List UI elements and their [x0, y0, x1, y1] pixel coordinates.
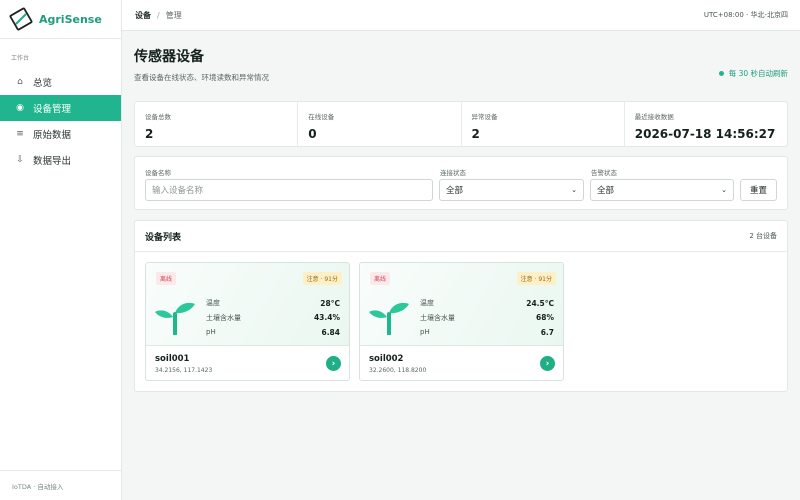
device-coordinates: 32.2600, 118.8200 [369, 367, 427, 374]
metric-value: 6.7 [540, 327, 554, 337]
metric-temperature: 温度 24.5°C [420, 296, 554, 311]
device-name-label: 设备名称 [145, 169, 171, 177]
sidebar-item-raw-data[interactable]: ≡ 原始数据 [0, 121, 121, 147]
main-content: 传感器设备 查看设备在线状态、环境读数和异常情况 每 30 秒自动刷新 设备总数… [122, 31, 800, 500]
page-header: 传感器设备 查看设备在线状态、环境读数和异常情况 每 30 秒自动刷新 [134, 45, 788, 101]
metric-value: 28°C [320, 298, 340, 308]
timezone-region: UTC+08:00 · 华北-北京四 [703, 11, 788, 19]
stat-value: 2 [471, 127, 480, 141]
metric-soil-moisture: 土壤含水量 68% [420, 311, 554, 326]
brand[interactable]: AgriSense [0, 0, 121, 39]
stat-label: 最近接收数据 [634, 113, 674, 121]
device-count: 2 台设备 [749, 232, 777, 240]
filter-panel: 设备名称 输入设备名称 连接状态 全部 ⌄ 告警状态 全部 ⌄ 重置 [134, 156, 788, 210]
device-list-title: 设备列表 [145, 232, 182, 243]
sidebar-item-label: 数据导出 [33, 156, 72, 167]
page-title: 传感器设备 [134, 49, 204, 65]
metric-ph: pH 6.84 [206, 325, 340, 340]
logo-icon [9, 7, 33, 31]
metric-label: 温度 [206, 299, 220, 308]
metric-value: 24.5°C [526, 298, 554, 308]
connection-status-select[interactable]: 全部 ⌄ [439, 179, 584, 201]
device-card-bottom: soil001 34.2156, 117.1423 › [146, 346, 349, 380]
alert-status-select[interactable]: 全部 ⌄ [590, 179, 734, 201]
stat-last-received: 最近接收数据 2026-07-18 14:56:27 [625, 102, 787, 146]
stat-label: 异常设备 [471, 113, 498, 121]
nav-section-label: 工作台 [11, 55, 30, 62]
breadcrumb-manage: 管理 [165, 10, 182, 20]
stat-abnormal-devices: 异常设备 2 [462, 102, 625, 146]
brand-name: AgriSense [39, 12, 102, 26]
download-icon: ⇩ [16, 155, 24, 165]
sidebar-item-label: 原始数据 [33, 130, 72, 141]
device-card-soil002[interactable]: 离线 注意 · 91分 温度 24.5°C 土壤含水量 68% pH 6.7 s… [359, 262, 564, 381]
metric-label: 土壤含水量 [420, 313, 455, 322]
connection-status-label: 连接状态 [440, 169, 466, 177]
home-icon: ⌂ [17, 77, 23, 87]
alert-score-badge: 注意 · 91分 [302, 272, 342, 285]
stat-value: 0 [308, 127, 317, 141]
device-coordinates: 34.2156, 117.1423 [155, 367, 213, 374]
device-list-header: 设备列表 2 台设备 [135, 221, 787, 252]
device-name-input[interactable]: 输入设备名称 [145, 179, 433, 201]
chevron-down-icon: ⌄ [721, 186, 727, 194]
breadcrumb-separator: / [157, 10, 160, 20]
chevron-down-icon: ⌄ [571, 186, 577, 194]
sidebar-footer: IoTDA · 自动接入 [0, 470, 121, 500]
metric-label: 温度 [420, 299, 434, 308]
alert-status-label: 告警状态 [591, 169, 617, 177]
sidebar-item-label: 设备管理 [33, 104, 72, 115]
device-name: soil001 [155, 354, 190, 364]
metric-label: 土壤含水量 [206, 313, 241, 322]
metrics-list: 温度 28°C 土壤含水量 43.4% pH 6.84 [206, 296, 340, 340]
target-icon: ◉ [16, 103, 24, 113]
stat-label: 设备总数 [145, 113, 171, 121]
stat-value: 2 [145, 127, 154, 141]
status-dot-icon [718, 71, 724, 76]
auto-refresh-text: 每 30 秒自动刷新 [728, 69, 788, 78]
device-name-placeholder: 输入设备名称 [152, 186, 204, 196]
device-card-top: 离线 注意 · 91分 温度 28°C 土壤含水量 43.4% pH 6.84 [146, 263, 349, 346]
device-card-top: 离线 注意 · 91分 温度 24.5°C 土壤含水量 68% pH 6.7 [360, 263, 563, 346]
metric-ph: pH 6.7 [420, 325, 554, 340]
sprout-icon [154, 299, 198, 336]
alert-score-badge: 注意 · 91分 [516, 272, 556, 285]
page-subtitle: 查看设备在线状态、环境读数和异常情况 [134, 73, 269, 82]
status-badge-offline: 离线 [370, 272, 391, 285]
metric-temperature: 温度 28°C [206, 296, 340, 311]
metric-label: pH [420, 328, 430, 337]
metric-value: 43.4% [313, 313, 340, 323]
alert-status-value: 全部 [597, 186, 615, 196]
sprout-icon [368, 299, 412, 336]
chevron-right-icon[interactable]: › [326, 356, 341, 371]
auto-refresh-indicator: 每 30 秒自动刷新 [718, 68, 788, 79]
sidebar: AgriSense 工作台 ⌂ 总览 ◉ 设备管理 ≡ 原始数据 ⇩ 数据导出 … [0, 0, 122, 500]
sidebar-item-device-management[interactable]: ◉ 设备管理 [0, 95, 121, 121]
stat-online-devices: 在线设备 0 [298, 102, 462, 146]
reset-button[interactable]: 重置 [740, 179, 777, 201]
sidebar-item-label: 总览 [33, 78, 53, 89]
stat-value: 2026-07-18 14:56:27 [634, 127, 776, 141]
device-card-soil001[interactable]: 离线 注意 · 91分 温度 28°C 土壤含水量 43.4% pH 6.84 … [145, 262, 350, 381]
sidebar-item-data-export[interactable]: ⇩ 数据导出 [0, 147, 121, 173]
breadcrumb-device[interactable]: 设备 [135, 10, 151, 21]
metric-value: 68% [536, 313, 554, 323]
sidebar-item-overview[interactable]: ⌂ 总览 [0, 69, 121, 95]
stat-label: 在线设备 [308, 113, 335, 121]
device-list-panel: 设备列表 2 台设备 离线 注意 · 91分 温度 28°C 土壤含水量 43.… [134, 220, 788, 392]
list-icon: ≡ [16, 129, 24, 139]
topbar: 设备 / 管理 UTC+08:00 · 华北-北京四 [122, 0, 800, 31]
device-name: soil002 [369, 354, 404, 364]
device-card-bottom: soil002 32.2600, 118.8200 › [360, 346, 563, 380]
metrics-list: 温度 24.5°C 土壤含水量 68% pH 6.7 [420, 296, 554, 340]
metric-soil-moisture: 土壤含水量 43.4% [206, 311, 340, 326]
stats-bar: 设备总数 2 在线设备 0 异常设备 2 最近接收数据 2026-07-18 1… [134, 101, 788, 147]
chevron-right-icon[interactable]: › [540, 356, 555, 371]
stat-total-devices: 设备总数 2 [135, 102, 299, 146]
status-badge-offline: 离线 [156, 272, 177, 285]
metric-value: 6.84 [321, 327, 340, 337]
connection-status-value: 全部 [446, 186, 464, 196]
metric-label: pH [206, 328, 216, 337]
